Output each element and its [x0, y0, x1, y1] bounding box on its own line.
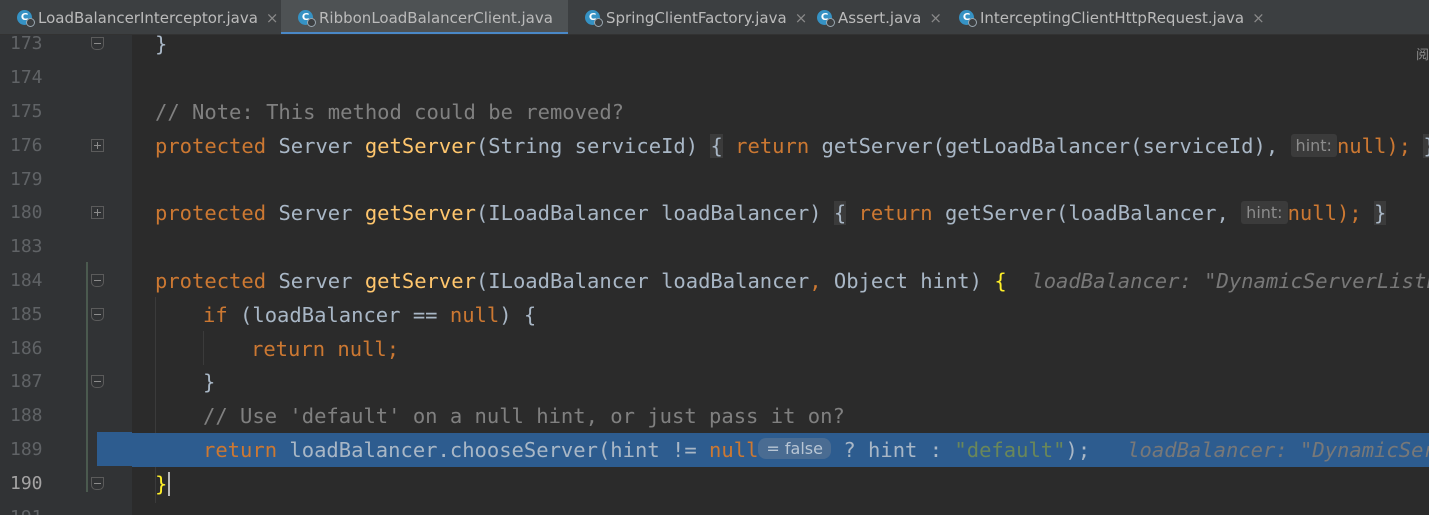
line-number: 174: [10, 67, 43, 88]
method-declaration: protected Server getServer(ILoadBalancer…: [155, 201, 1387, 225]
line-number: 186: [10, 338, 43, 359]
tab-ribbonloadbalancerclient[interactable]: C RibbonLoadBalancerClient.java: [281, 0, 568, 34]
line-number: 185: [10, 304, 43, 325]
line-number: 176: [10, 135, 43, 156]
gutter-line: 188: [0, 399, 132, 433]
gutter-line: 175: [0, 95, 132, 129]
java-class-icon: C: [298, 10, 316, 27]
code-line: protected Server getServer(ILoadBalancer…: [132, 264, 1429, 298]
code-line: }: [132, 467, 1429, 501]
line-number: 184: [10, 270, 43, 291]
java-class-icon: C: [959, 10, 977, 27]
tab-assert[interactable]: C Assert.java ×: [800, 0, 942, 34]
fold-end-icon[interactable]: [91, 375, 104, 388]
code-comment: // Note: This method could be removed?: [155, 100, 624, 124]
tab-label: LoadBalancerInterceptor.java: [38, 8, 258, 27]
line-number: 191: [10, 501, 46, 515]
parameter-hint: hint:: [1241, 201, 1288, 224]
code-line: protected Server getServer(String servic…: [132, 129, 1429, 163]
java-class-icon: C: [585, 10, 603, 27]
tab-label: SpringClientFactory.java: [606, 8, 787, 27]
collapse-fold-icon[interactable]: [91, 274, 104, 287]
collapse-fold-icon[interactable]: [91, 308, 104, 321]
close-icon[interactable]: ×: [929, 9, 942, 27]
java-class-icon: C: [17, 10, 35, 27]
code-editor[interactable]: } // Note: This method could be removed?…: [132, 35, 1429, 515]
tab-springclientfactory[interactable]: C SpringClientFactory.java ×: [568, 0, 807, 34]
evaluated-value-badge: = false: [758, 438, 831, 459]
tab-interceptingclienthttprequest[interactable]: C InterceptingClientHttpRequest.java ×: [942, 0, 1265, 34]
tab-label: InterceptingClientHttpRequest.java: [980, 8, 1245, 27]
method-declaration: protected Server getServer(ILoadBalancer…: [155, 264, 1429, 298]
line-number: 175: [10, 101, 43, 122]
gutter-line: 180: [0, 196, 132, 230]
parameter-hint: hint:: [1290, 134, 1337, 157]
gutter-line: 173: [0, 27, 132, 61]
line-number: 173: [10, 33, 43, 54]
gutter-line: 183: [0, 230, 132, 264]
tab-label: Assert.java: [838, 8, 922, 27]
execution-point-marker: [97, 432, 132, 466]
gutter-line: 184: [0, 264, 132, 298]
inline-debug-value: loadBalancer: "DynamicServer: [1127, 438, 1429, 462]
gutter-line: 174: [0, 61, 132, 95]
gutter-line: 190: [0, 467, 132, 501]
code-line: return null;: [251, 337, 400, 361]
code-comment: // Use 'default' on a null hint, or just…: [203, 404, 845, 428]
line-number: 187: [10, 371, 43, 392]
matched-brace: }: [155, 472, 168, 496]
method-declaration: protected Server getServer(String servic…: [155, 129, 1429, 165]
code-line: // Use 'default' on a null hint, or just…: [132, 399, 1429, 433]
gutter-line: 185: [0, 298, 132, 332]
inline-debug-value: loadBalancer: "DynamicServerListLoa: [1031, 269, 1429, 293]
java-class-icon: C: [817, 10, 835, 27]
gutter-line: 176: [0, 129, 132, 163]
gutter-line: 179: [0, 163, 132, 197]
editor-tab-bar: C LoadBalancerInterceptor.java × C Ribbo…: [0, 0, 1429, 35]
code-line: if (loadBalancer == null) {: [203, 303, 537, 327]
side-panel-label[interactable]: 阅: [1416, 44, 1429, 63]
line-number: 189: [10, 439, 43, 460]
gutter-line: 187: [0, 365, 132, 399]
gutter-line: 186: [0, 332, 132, 366]
current-execution-line: return loadBalancer.chooseServer(hint !=…: [132, 433, 1429, 467]
close-icon[interactable]: ×: [266, 9, 279, 27]
expand-fold-icon[interactable]: [91, 206, 104, 219]
line-number: 179: [10, 169, 43, 190]
line-number: 180: [10, 202, 43, 223]
fold-end-icon[interactable]: [91, 477, 104, 490]
code-line: }: [132, 35, 1429, 61]
expand-fold-icon[interactable]: [91, 139, 104, 152]
code-line: protected Server getServer(ILoadBalancer…: [132, 196, 1429, 230]
code-line: }: [203, 370, 216, 394]
close-icon[interactable]: ×: [1252, 9, 1265, 27]
fold-end-icon[interactable]: [91, 37, 104, 50]
line-number: 183: [10, 236, 43, 257]
tab-label: RibbonLoadBalancerClient.java: [319, 8, 553, 27]
line-number: 188: [10, 405, 43, 426]
code-line: // Note: This method could be removed?: [132, 95, 1429, 129]
gutter-line: 191: [0, 501, 132, 515]
closing-brace: }: [155, 35, 168, 56]
text-caret: [168, 472, 170, 496]
line-number: 190: [10, 473, 43, 494]
